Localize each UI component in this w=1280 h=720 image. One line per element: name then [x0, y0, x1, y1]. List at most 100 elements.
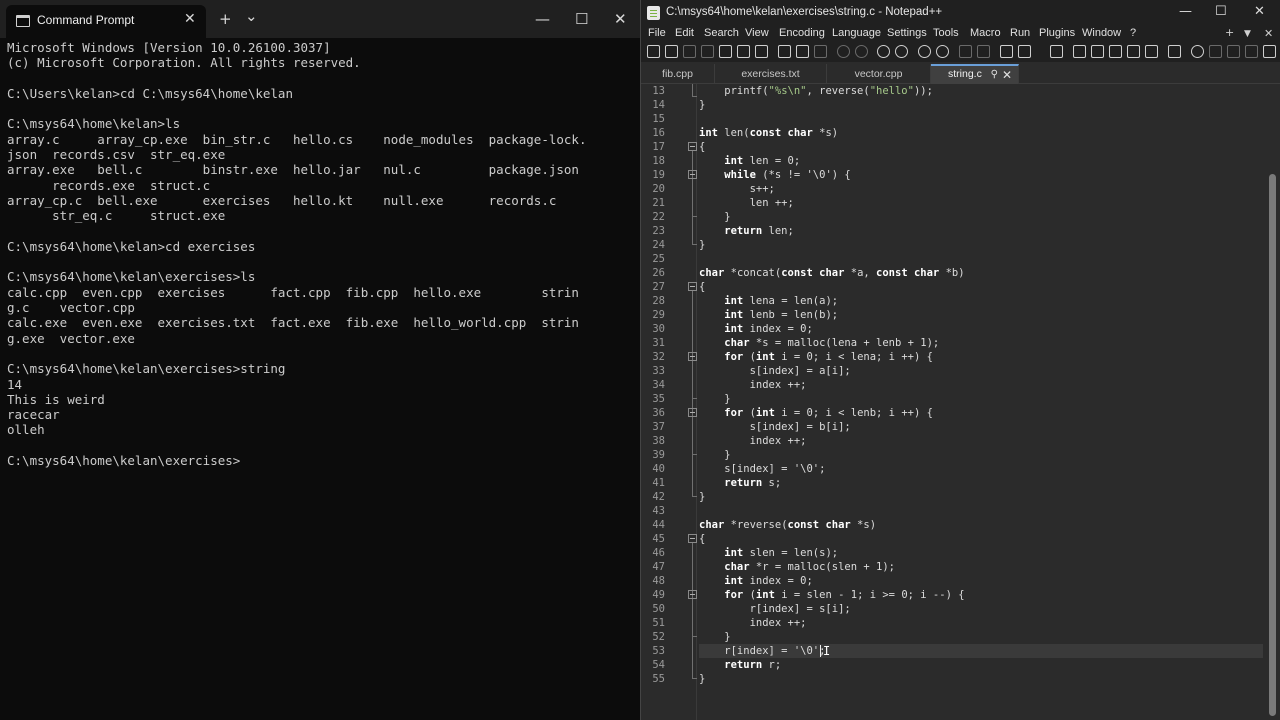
- tab-vector-cpp[interactable]: vector.cpp: [827, 64, 931, 84]
- indent-guide-icon[interactable]: [1050, 45, 1063, 58]
- line-number: 18: [652, 155, 665, 167]
- notepad-app-icon: [647, 6, 660, 20]
- line-number: 31: [652, 337, 665, 349]
- code-line: return s;: [699, 476, 781, 490]
- menu-edit[interactable]: Edit: [675, 27, 694, 39]
- monitoring-icon[interactable]: [1145, 45, 1158, 58]
- sync-horizontal-icon[interactable]: [977, 45, 990, 58]
- zoom-in-icon[interactable]: [918, 45, 931, 58]
- print-icon[interactable]: [755, 45, 768, 58]
- code-token: *reverse(: [724, 519, 788, 531]
- scrollbar-thumb[interactable]: [1269, 174, 1276, 716]
- close-all-icon[interactable]: [737, 45, 750, 58]
- record-macro-icon[interactable]: [1168, 45, 1181, 58]
- vertical-scrollbar[interactable]: [1266, 84, 1280, 720]
- open-file-icon[interactable]: [665, 45, 678, 58]
- code-line: {: [699, 533, 706, 545]
- toolbar: [641, 42, 1280, 62]
- line-number: 32: [652, 351, 665, 363]
- fold-end-marker: [692, 216, 697, 217]
- tab-string-c[interactable]: string.c ⚲ ✕: [931, 64, 1019, 84]
- tab-label: vector.cpp: [854, 68, 903, 80]
- folder-workspace-icon[interactable]: [1127, 45, 1140, 58]
- maximize-icon[interactable]: ☐: [1215, 5, 1227, 19]
- fold-toggle-icon[interactable]: [688, 534, 697, 543]
- line-number: 16: [652, 127, 665, 139]
- keyword: for: [699, 407, 744, 419]
- dropdown-icon[interactable]: ▼: [1244, 29, 1251, 39]
- play-macro-icon[interactable]: [1227, 45, 1240, 58]
- menu-tools[interactable]: Tools: [933, 27, 959, 39]
- close-doc-icon[interactable]: ✕: [1264, 27, 1273, 40]
- new-tab-icon[interactable]: +: [219, 11, 232, 27]
- tab-exercises-txt[interactable]: exercises.txt: [715, 64, 827, 84]
- save-all-icon[interactable]: [701, 45, 714, 58]
- stop-record-icon[interactable]: [1209, 45, 1222, 58]
- zoom-out-icon[interactable]: [936, 45, 949, 58]
- document-map-icon[interactable]: [1091, 45, 1104, 58]
- paste-icon[interactable]: [814, 45, 827, 58]
- function-list-icon[interactable]: [1109, 45, 1122, 58]
- fold-toggle-icon[interactable]: [688, 590, 697, 599]
- word-wrap-icon[interactable]: [1000, 45, 1013, 58]
- cut-icon[interactable]: [778, 45, 791, 58]
- menu-search[interactable]: Search: [704, 27, 739, 39]
- close-icon[interactable]: ✕: [1254, 5, 1265, 19]
- menu-run[interactable]: Run: [1010, 27, 1030, 39]
- add-icon[interactable]: +: [1225, 26, 1234, 39]
- copy-icon[interactable]: [796, 45, 809, 58]
- keyword: int: [699, 309, 744, 321]
- record-icon[interactable]: [1191, 45, 1204, 58]
- code-line: }: [699, 99, 706, 111]
- menu-language[interactable]: Language: [832, 27, 881, 39]
- code-editor[interactable]: 13 14 15 16 17 18 19 20 21 22 23 24 25 2…: [641, 84, 1266, 720]
- menu-plugins[interactable]: Plugins: [1039, 27, 1075, 39]
- line-number: 26: [652, 267, 665, 279]
- fold-toggle-icon[interactable]: [688, 282, 697, 291]
- fold-toggle-icon[interactable]: [688, 408, 697, 417]
- code-line: for (int i = 0; i < lena; i ++) {: [699, 350, 933, 364]
- tab-fib-cpp[interactable]: fib.cpp: [641, 64, 715, 84]
- undo-icon[interactable]: [837, 45, 850, 58]
- terminal-output[interactable]: Microsoft Windows [Version 10.0.26100.30…: [7, 40, 586, 468]
- sync-vertical-icon[interactable]: [959, 45, 972, 58]
- maximize-icon[interactable]: ☐: [575, 11, 588, 27]
- pin-icon[interactable]: ⚲: [991, 69, 998, 80]
- menu-macro[interactable]: Macro: [970, 27, 1001, 39]
- menu-window[interactable]: Window: [1082, 27, 1121, 39]
- run-macro-multiple-icon[interactable]: [1245, 45, 1258, 58]
- code-line: int len(const char *s): [699, 126, 838, 140]
- close-icon[interactable]: ✕: [614, 11, 627, 27]
- fold-toggle-icon[interactable]: [688, 352, 697, 361]
- fold-toggle-icon[interactable]: [688, 170, 697, 179]
- tab-close-icon[interactable]: ✕: [1002, 68, 1012, 82]
- fold-toggle-icon[interactable]: [688, 142, 697, 151]
- tab-dropdown-icon[interactable]: ⌄: [245, 8, 258, 24]
- keyword: for: [699, 589, 744, 601]
- minimize-icon[interactable]: —: [535, 11, 550, 27]
- save-macro-icon[interactable]: [1263, 45, 1276, 58]
- menu-view[interactable]: View: [745, 27, 769, 39]
- show-all-chars-icon[interactable]: [1018, 45, 1031, 58]
- menu-help[interactable]: ?: [1130, 27, 1136, 39]
- code-line: index ++;: [699, 435, 807, 447]
- code-token: , reverse(: [806, 85, 870, 97]
- keyword: for: [699, 351, 744, 363]
- find-icon[interactable]: [877, 45, 890, 58]
- cmd-tab[interactable]: Command Prompt ✕: [6, 5, 206, 38]
- code-line: for (int i = 0; i < lenb; i ++) {: [699, 406, 933, 420]
- text-caret: [820, 645, 821, 657]
- close-file-icon[interactable]: [719, 45, 732, 58]
- menu-encoding[interactable]: Encoding: [779, 27, 825, 39]
- redo-icon[interactable]: [855, 45, 868, 58]
- minimize-icon[interactable]: —: [1179, 5, 1192, 19]
- menu-settings[interactable]: Settings: [887, 27, 927, 39]
- replace-icon[interactable]: [895, 45, 908, 58]
- line-number: 49: [652, 589, 665, 601]
- new-file-icon[interactable]: [647, 45, 660, 58]
- xml-tags-icon[interactable]: [1073, 45, 1086, 58]
- keyword: int: [699, 323, 744, 335]
- menu-file[interactable]: File: [648, 27, 666, 39]
- save-icon[interactable]: [683, 45, 696, 58]
- tab-close-icon[interactable]: ✕: [184, 11, 196, 27]
